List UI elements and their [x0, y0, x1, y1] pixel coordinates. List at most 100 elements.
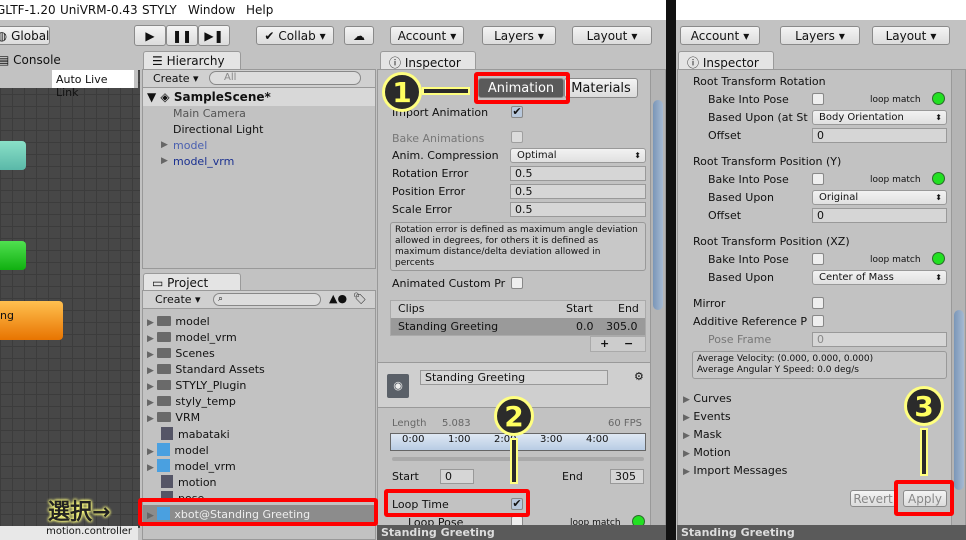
- hierarchy-item[interactable]: model: [173, 139, 207, 152]
- loop-match-label: loop match: [870, 175, 921, 185]
- animated-custom-label: Animated Custom Pr: [392, 277, 506, 290]
- section-mask[interactable]: Mask: [693, 428, 721, 441]
- account-dropdown-right[interactable]: Account ▾: [680, 26, 760, 45]
- section-import-messages[interactable]: Import Messages: [693, 464, 787, 477]
- clips-start-header: Start: [566, 302, 593, 315]
- label-tag-icon[interactable]: 🏷: [353, 292, 367, 305]
- bake-animations-checkbox[interactable]: [511, 131, 523, 143]
- state-node-orange[interactable]: ng: [0, 301, 63, 340]
- revert-button[interactable]: Revert: [850, 490, 896, 507]
- project-item[interactable]: model_vrm: [175, 331, 236, 344]
- menu-help[interactable]: Help: [246, 3, 273, 17]
- list-icon: ☰: [152, 54, 167, 68]
- rotation-error-label: Rotation Error: [392, 167, 469, 180]
- highlight-selected-asset: [138, 498, 378, 526]
- project-item[interactable]: styly_temp: [175, 395, 235, 408]
- project-item[interactable]: VRM: [175, 411, 200, 424]
- hierarchy-item[interactable]: model_vrm: [173, 155, 234, 168]
- project-item[interactable]: Standard Assets: [175, 363, 264, 376]
- state-node-teal[interactable]: [0, 141, 26, 170]
- project-item[interactable]: STYLY_Plugin: [175, 379, 246, 392]
- rotation-based-upon-dropdown[interactable]: Body Orientation: [812, 110, 947, 125]
- menu-window[interactable]: Window: [188, 3, 235, 17]
- section-events[interactable]: Events: [693, 410, 730, 423]
- layers-dropdown[interactable]: Layers ▾: [482, 26, 556, 45]
- tab-hierarchy[interactable]: ☰ Hierarchy: [143, 51, 241, 70]
- menu-gltf[interactable]: GLTF-1.20: [0, 3, 56, 17]
- rotation-error-input[interactable]: 0.5: [510, 166, 646, 181]
- section-motion[interactable]: Motion: [693, 446, 730, 459]
- step-1-arrow: [422, 87, 470, 95]
- pose-frame-input[interactable]: 0: [812, 332, 947, 347]
- collab-button[interactable]: ✔ Collab ▾: [256, 26, 334, 45]
- additive-checkbox[interactable]: [812, 315, 824, 327]
- xz-based-upon-dropdown[interactable]: Center of Mass: [812, 270, 947, 285]
- start-input[interactable]: 0: [440, 469, 474, 484]
- add-clip-button[interactable]: +: [600, 337, 609, 350]
- global-button[interactable]: ◍ Global: [0, 26, 50, 45]
- tab-console[interactable]: ▤ Console: [0, 51, 140, 70]
- step-button[interactable]: ▶❚: [198, 25, 230, 46]
- project-item[interactable]: model: [174, 444, 208, 457]
- filter-type-icon[interactable]: ▲●: [329, 292, 347, 305]
- position-error-input[interactable]: 0.5: [510, 184, 646, 199]
- clips-footer: [590, 336, 646, 352]
- console-icon: ▤: [0, 53, 10, 67]
- inspector-right-scrollbar[interactable]: [951, 70, 965, 525]
- hierarchy-search-input[interactable]: All: [209, 71, 361, 85]
- hierarchy-panel: Create ▾ All ▼ ◈ SampleScene* Main Camer…: [142, 69, 376, 269]
- step-2-badge: 2: [494, 396, 534, 436]
- project-item[interactable]: model: [175, 315, 209, 328]
- menu-univrm[interactable]: UniVRM-0.43: [60, 3, 138, 17]
- y-based-upon-dropdown[interactable]: Original: [812, 190, 947, 205]
- bake-y-checkbox[interactable]: [812, 173, 824, 185]
- hierarchy-create-button[interactable]: Create ▾: [153, 72, 199, 85]
- menu-styly[interactable]: STYLY: [142, 3, 177, 17]
- length-label: Length: [392, 418, 427, 429]
- based-upon-label: Based Upon (at St: [708, 111, 808, 124]
- rotation-offset-input[interactable]: 0: [812, 128, 947, 143]
- project-item[interactable]: model_vrm: [174, 460, 235, 473]
- project-item[interactable]: mabataki: [178, 428, 230, 441]
- play-button[interactable]: ▶: [134, 25, 166, 46]
- play-preview-icon[interactable]: ◉: [387, 374, 409, 398]
- scale-error-input[interactable]: 0.5: [510, 202, 646, 217]
- project-item[interactable]: motion: [178, 476, 217, 489]
- y-offset-input[interactable]: 0: [812, 208, 947, 223]
- tab-inspector-right[interactable]: ⓘ Inspector: [678, 51, 774, 70]
- timeline-scrollbar[interactable]: [392, 457, 644, 461]
- tab-inspector[interactable]: ⓘ Inspector: [380, 51, 476, 70]
- end-input[interactable]: 305: [610, 469, 644, 484]
- remove-clip-button[interactable]: −: [624, 337, 633, 350]
- hierarchy-item[interactable]: Directional Light: [173, 123, 263, 136]
- import-animation-checkbox[interactable]: ✔: [511, 106, 523, 118]
- clip-name-input[interactable]: Standing Greeting: [420, 370, 608, 385]
- expand-arrow-icon[interactable]: ▼: [147, 90, 156, 104]
- project-item[interactable]: Scenes: [175, 347, 214, 360]
- pause-button[interactable]: ❚❚: [166, 25, 198, 46]
- animator-graph[interactable]: [0, 70, 140, 528]
- layout-dropdown[interactable]: Layout ▾: [572, 26, 652, 45]
- auto-live-link-button[interactable]: Auto Live Link: [52, 70, 134, 99]
- tab-materials[interactable]: Materials: [564, 78, 638, 98]
- bake-xz-checkbox[interactable]: [812, 253, 824, 265]
- inspector-scrollbar[interactable]: [650, 70, 665, 525]
- project-search-input[interactable]: ⌕: [213, 293, 321, 306]
- gear-icon[interactable]: ⚙: [634, 370, 644, 383]
- bake-rotation-checkbox[interactable]: [812, 93, 824, 105]
- animated-custom-checkbox[interactable]: [511, 277, 523, 289]
- state-node-green[interactable]: [0, 241, 26, 270]
- section-curves[interactable]: Curves: [693, 392, 731, 405]
- menu-bar: GLTF-1.20 UniVRM-0.43 STYLY Window Help: [0, 0, 666, 20]
- layers-dropdown-right[interactable]: Layers ▾: [780, 26, 860, 45]
- root-rotation-heading: Root Transform Rotation: [693, 75, 826, 88]
- hierarchy-item[interactable]: Main Camera: [173, 107, 246, 120]
- project-create-button[interactable]: Create ▾: [155, 293, 201, 306]
- account-dropdown[interactable]: Account ▾: [390, 26, 464, 45]
- timeline-tick: 0:00: [402, 434, 425, 445]
- mirror-checkbox[interactable]: [812, 297, 824, 309]
- cloud-button[interactable]: ☁: [344, 26, 374, 45]
- clips-header: Clips: [398, 302, 425, 315]
- layout-dropdown-right[interactable]: Layout ▾: [872, 26, 950, 45]
- anim-compression-dropdown[interactable]: Optimal: [510, 148, 646, 163]
